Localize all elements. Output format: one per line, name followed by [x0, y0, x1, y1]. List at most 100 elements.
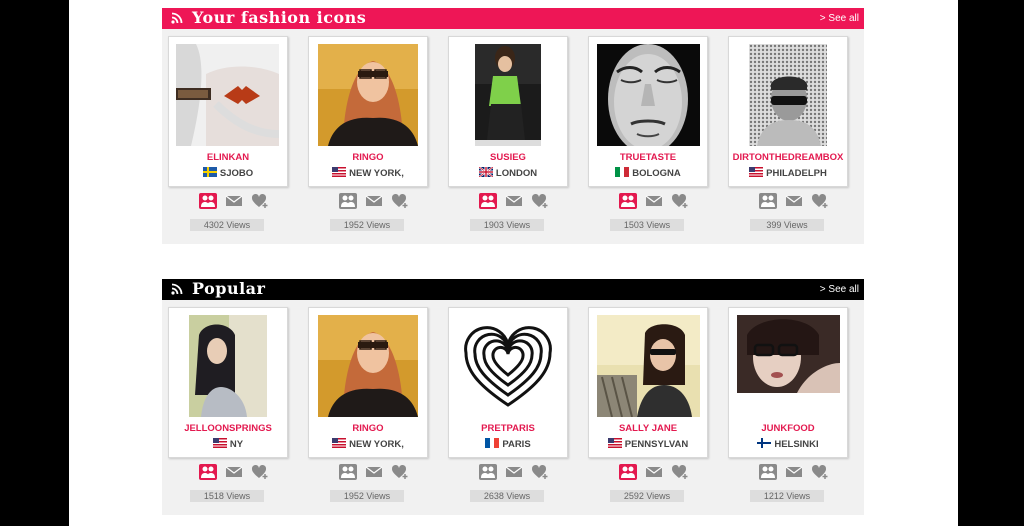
envelope-icon[interactable]: [225, 193, 243, 209]
envelope-icon[interactable]: [505, 193, 523, 209]
card-actions: [448, 464, 568, 482]
section-header: Your fashion icons > See all: [162, 8, 864, 29]
profile-photo[interactable]: [318, 315, 418, 417]
envelope-icon[interactable]: [365, 193, 383, 209]
polaroid-frame[interactable]: PRETPARIS PARIS: [448, 307, 568, 458]
username[interactable]: DIRTONTHEDREAMBOX: [729, 152, 847, 163]
username[interactable]: ELINKAN: [169, 152, 287, 163]
friends-icon[interactable]: [759, 193, 777, 209]
profile-card: JELLOONSPRINGS NY 1518 Views: [168, 307, 288, 502]
heart-plus-icon[interactable]: [671, 464, 689, 480]
friends-icon[interactable]: [479, 193, 497, 209]
profile-photo[interactable]: [597, 44, 700, 146]
profile-photo[interactable]: [475, 44, 541, 146]
heart-plus-icon[interactable]: [811, 193, 829, 209]
friends-icon[interactable]: [339, 464, 357, 480]
usa-flag-icon: [607, 438, 622, 448]
envelope-icon[interactable]: [505, 464, 523, 480]
location: PARIS: [449, 438, 567, 450]
username[interactable]: SUSIEG: [449, 152, 567, 163]
friends-icon[interactable]: [199, 193, 217, 209]
rss-icon[interactable]: [171, 283, 183, 295]
card-actions: [728, 193, 848, 211]
polaroid-frame[interactable]: JUNKFOOD HELSINKI: [728, 307, 848, 458]
username[interactable]: TRUETASTE: [589, 152, 707, 163]
heart-plus-icon[interactable]: [671, 193, 689, 209]
finland-flag-icon: [757, 438, 772, 448]
heart-plus-icon[interactable]: [251, 193, 269, 209]
card-list: ELINKAN SJOBO 4302 Views RINGO NEW YORK,…: [162, 29, 864, 244]
location-text: HELSINKI: [774, 439, 819, 450]
location: SJOBO: [169, 167, 287, 179]
see-all-link[interactable]: > See all: [820, 279, 859, 300]
username[interactable]: JELLOONSPRINGS: [169, 423, 287, 434]
view-count: 399 Views: [750, 219, 824, 231]
polaroid-frame[interactable]: RINGO NEW YORK,: [308, 36, 428, 187]
view-count: 1952 Views: [330, 490, 404, 502]
fashion-icons-section: Your fashion icons > See all ELINKAN SJO…: [162, 8, 864, 244]
polaroid-frame[interactable]: SUSIEG LONDON: [448, 36, 568, 187]
card-actions: [588, 193, 708, 211]
heart-plus-icon[interactable]: [531, 464, 549, 480]
card-actions: [308, 193, 428, 211]
profile-card: PRETPARIS PARIS 2638 Views: [448, 307, 568, 502]
profile-photo[interactable]: [749, 44, 827, 146]
profile-photo[interactable]: [597, 315, 700, 417]
location-text: PARIS: [502, 439, 531, 450]
friends-icon[interactable]: [479, 464, 497, 480]
friends-icon[interactable]: [759, 464, 777, 480]
username[interactable]: JUNKFOOD: [729, 423, 847, 434]
username[interactable]: PRETPARIS: [449, 423, 567, 434]
section-title: Popular: [192, 279, 266, 298]
friends-icon[interactable]: [199, 464, 217, 480]
username[interactable]: SALLY JANE: [589, 423, 707, 434]
location-text: LONDON: [495, 168, 538, 179]
envelope-icon[interactable]: [645, 193, 663, 209]
section-title: Your fashion icons: [192, 8, 367, 27]
heart-plus-icon[interactable]: [251, 464, 269, 480]
polaroid-frame[interactable]: SALLY JANE PENNSYLVAN: [588, 307, 708, 458]
envelope-icon[interactable]: [645, 464, 663, 480]
view-count: 1952 Views: [330, 219, 404, 231]
heart-plus-icon[interactable]: [391, 193, 409, 209]
polaroid-frame[interactable]: RINGO NEW YORK,: [308, 307, 428, 458]
profile-photo[interactable]: [176, 44, 279, 146]
location-text: BOLOGNA: [632, 168, 681, 179]
profile-card: RINGO NEW YORK, 1952 Views: [308, 36, 428, 231]
friends-icon[interactable]: [619, 193, 637, 209]
location: BOLOGNA: [589, 167, 707, 179]
view-count: 2638 Views: [470, 490, 544, 502]
profile-card: DIRTONTHEDREAMBOX PHILADELPH 399 Views: [728, 36, 848, 231]
profile-photo[interactable]: [318, 44, 418, 146]
profile-card: SUSIEG LONDON 1903 Views: [448, 36, 568, 231]
view-count: 4302 Views: [190, 219, 264, 231]
envelope-icon[interactable]: [225, 464, 243, 480]
polaroid-frame[interactable]: DIRTONTHEDREAMBOX PHILADELPH: [728, 36, 848, 187]
location: PENNSYLVAN: [589, 438, 707, 450]
polaroid-frame[interactable]: ELINKAN SJOBO: [168, 36, 288, 187]
username[interactable]: RINGO: [309, 423, 427, 434]
profile-photo[interactable]: [737, 315, 840, 393]
card-actions: [308, 464, 428, 482]
profile-card: SALLY JANE PENNSYLVAN 2592 Views: [588, 307, 708, 502]
envelope-icon[interactable]: [785, 193, 803, 209]
polaroid-frame[interactable]: JELLOONSPRINGS NY: [168, 307, 288, 458]
heart-plus-icon[interactable]: [531, 193, 549, 209]
profile-photo[interactable]: [189, 315, 267, 417]
sweden-flag-icon: [202, 167, 217, 177]
location: HELSINKI: [729, 438, 847, 450]
username[interactable]: RINGO: [309, 152, 427, 163]
profile-photo[interactable]: [458, 315, 558, 417]
envelope-icon[interactable]: [365, 464, 383, 480]
friends-icon[interactable]: [619, 464, 637, 480]
france-flag-icon: [485, 438, 500, 448]
friends-icon[interactable]: [339, 193, 357, 209]
rss-icon[interactable]: [171, 12, 183, 24]
heart-plus-icon[interactable]: [811, 464, 829, 480]
polaroid-frame[interactable]: TRUETASTE BOLOGNA: [588, 36, 708, 187]
view-count: 1903 Views: [470, 219, 544, 231]
uk-flag-icon: [478, 167, 493, 177]
heart-plus-icon[interactable]: [391, 464, 409, 480]
see-all-link[interactable]: > See all: [820, 8, 859, 29]
envelope-icon[interactable]: [785, 464, 803, 480]
